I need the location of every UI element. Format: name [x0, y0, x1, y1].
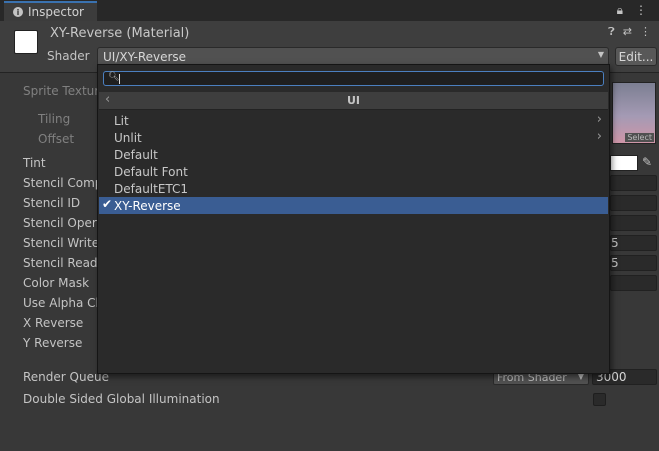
checkmark-icon: ✔: [102, 197, 113, 211]
popup-item-label: DefaultETC1: [114, 181, 189, 196]
help-icon[interactable]: ❓︎: [608, 25, 615, 39]
lock-icon[interactable]: 🔒︎: [617, 3, 623, 18]
color-mask-label: Color Mask: [23, 276, 90, 290]
tab-inspector[interactable]: i Inspector: [4, 1, 97, 21]
texture-select-button[interactable]: Select: [625, 133, 654, 142]
tab-bar: i Inspector 🔒︎ ⋮: [0, 0, 659, 21]
material-preview-swatch: [14, 30, 38, 54]
more-icon[interactable]: ⋮: [640, 25, 651, 39]
shader-search-input[interactable]: [122, 72, 603, 85]
tint-label: Tint: [23, 156, 46, 170]
text-cursor: [119, 74, 120, 84]
popup-breadcrumb-title: UI: [346, 94, 361, 107]
sliders-icon[interactable]: ⇄: [623, 25, 632, 39]
shader-dropdown-value: UI/XY-Reverse: [103, 49, 187, 64]
stencil-id-label: Stencil ID: [23, 196, 81, 210]
stencil-comp-field[interactable]: [610, 175, 657, 191]
use-alpha-clip-label: Use Alpha Cli: [23, 296, 103, 310]
chevron-right-icon: ›: [596, 129, 602, 144]
tint-color-field[interactable]: [610, 155, 638, 171]
search-icon: 🔍︎: [108, 72, 120, 82]
stencil-read-value: 5: [611, 256, 619, 270]
shader-label: Shader: [47, 49, 90, 63]
tab-actions: 🔒︎ ⋮: [617, 3, 647, 18]
material-title: XY-Reverse (Material): [50, 26, 190, 41]
y-reverse-label: Y Reverse: [23, 336, 83, 350]
tiling-label: Tiling: [38, 112, 71, 126]
popup-item-default-etc1[interactable]: DefaultETC1: [99, 180, 608, 197]
popup-item-default-font[interactable]: Default Font: [99, 163, 608, 180]
header-icons: ❓︎ ⇄ ⋮: [608, 25, 651, 39]
popup-item-label: Unlit: [114, 130, 142, 145]
tab-label: Inspector: [28, 5, 84, 19]
sprite-texture-label: Sprite Texture: [23, 84, 107, 98]
popup-item-default[interactable]: Default: [99, 146, 608, 163]
stencil-id-field[interactable]: [610, 195, 657, 211]
popup-item-label: XY-Reverse: [114, 198, 181, 213]
stencil-write-label: Stencil Write: [23, 236, 100, 250]
stencil-read-label: Stencil Read: [23, 256, 98, 270]
x-reverse-label: X Reverse: [23, 316, 84, 330]
chevron-down-icon: ▼: [597, 50, 604, 59]
stencil-comp-label: Stencil Comp: [23, 176, 103, 190]
popup-item-label: Lit: [114, 113, 129, 128]
shader-search-field[interactable]: 🔍︎: [103, 71, 604, 86]
stencil-op-field[interactable]: [610, 215, 657, 231]
popup-breadcrumb: ‹ UI: [99, 92, 608, 110]
popup-item-xy-reverse[interactable]: ✔ XY-Reverse: [99, 197, 608, 214]
popup-item-lit[interactable]: Lit ›: [99, 112, 608, 129]
popup-item-label: Default: [114, 147, 158, 162]
color-mask-field[interactable]: [610, 275, 657, 291]
stencil-op-label: Stencil Opera: [23, 216, 105, 230]
chevron-right-icon: ›: [596, 112, 602, 127]
offset-label: Offset: [38, 132, 75, 146]
kebab-menu-icon[interactable]: ⋮: [635, 3, 647, 18]
double-sided-gi-label: Double Sided Global Illumination: [23, 392, 220, 406]
edit-shader-button[interactable]: Edit...: [615, 47, 657, 66]
info-icon: i: [13, 7, 23, 17]
eyedropper-icon[interactable]: ✎: [642, 155, 652, 169]
popup-item-unlit[interactable]: Unlit ›: [99, 129, 608, 146]
stencil-write-value: 5: [611, 236, 619, 250]
sprite-texture-preview[interactable]: Select: [612, 82, 656, 144]
shader-popup: 🔍︎ ‹ UI Lit › Unlit › Default Default Fo…: [97, 64, 610, 374]
double-sided-gi-checkbox[interactable]: [593, 393, 606, 406]
popup-item-label: Default Font: [114, 164, 188, 179]
